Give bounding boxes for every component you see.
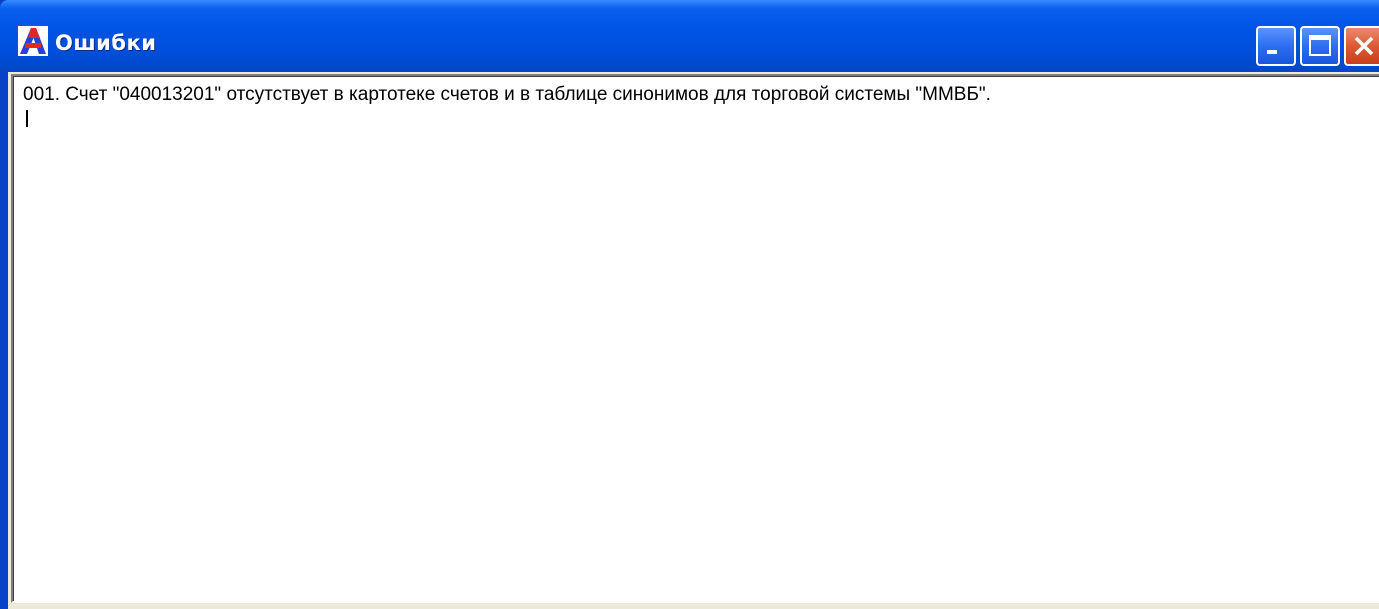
text-caret	[26, 110, 28, 127]
errors-memo[interactable]: 001. Счет "040013201" отсутствует в карт…	[11, 74, 1379, 603]
error-window: Ошибки 001. Счет "040013201" отсутствует…	[0, 0, 1379, 609]
window-client-area: 001. Счет "040013201" отсутствует в карт…	[8, 72, 1379, 609]
minimize-button[interactable]	[1256, 26, 1296, 66]
close-button[interactable]	[1344, 26, 1379, 66]
title-bar[interactable]: Ошибки	[0, 0, 1379, 72]
error-line: 001. Счет "040013201" отсутствует в карт…	[23, 84, 991, 105]
app-logo-icon[interactable]	[18, 26, 48, 56]
window-title: Ошибки	[55, 31, 157, 55]
maximize-button[interactable]	[1300, 26, 1340, 66]
